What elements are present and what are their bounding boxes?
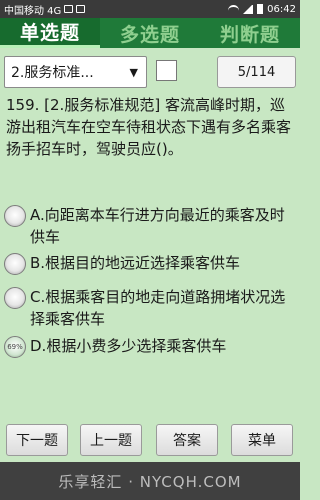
radio-icon[interactable] bbox=[4, 287, 26, 309]
bottom-button-bar: 下一题 上一题 答案 菜单 bbox=[0, 424, 300, 458]
option-b[interactable]: B.根据目的地远近选择乘客供车 bbox=[4, 252, 298, 275]
battery-icon bbox=[257, 4, 264, 14]
question-text: 159. [2.服务标准规范] 客流高峰时期，巡游出租汽车在空车待租状态下遇有多… bbox=[6, 96, 292, 158]
question-type-tabs: 单选题 多选题 判断题 bbox=[0, 18, 300, 48]
carrier-label: 中国移动 4G bbox=[4, 5, 62, 17]
answer-button[interactable]: 答案 bbox=[156, 424, 218, 456]
sim-icon-2 bbox=[76, 5, 86, 13]
option-c-label: C.根据乘客目的地走向道路拥堵状况选择乘客供车 bbox=[30, 288, 286, 328]
radio-icon[interactable]: 69% bbox=[4, 336, 26, 358]
option-a-label: A.向距离本车行进方向最近的乘客及时供车 bbox=[30, 206, 285, 246]
next-question-button[interactable]: 下一题 bbox=[6, 424, 68, 456]
tab-multiple-choice[interactable]: 多选题 bbox=[100, 18, 200, 48]
category-selected: 2.服务标准... bbox=[11, 65, 94, 81]
signal-icon bbox=[243, 4, 254, 14]
status-time: 06:42 bbox=[267, 3, 296, 15]
option-d-label: D.根据小费多少选择乘客供车 bbox=[30, 337, 227, 355]
status-right: 06:42 bbox=[228, 4, 296, 15]
option-b-label: B.根据目的地远近选择乘客供车 bbox=[30, 254, 241, 272]
previous-question-button[interactable]: 上一题 bbox=[80, 424, 142, 456]
option-c[interactable]: C.根据乘客目的地走向道路拥堵状况选择乘客供车 bbox=[4, 286, 298, 330]
category-dropdown[interactable]: 2.服务标准... ▼ bbox=[4, 56, 147, 88]
watermark: 乐享轻汇 · NYCQH.COM bbox=[0, 462, 300, 500]
radio-icon[interactable] bbox=[4, 253, 26, 275]
tab-single-choice[interactable]: 单选题 bbox=[0, 18, 100, 48]
sim-icon bbox=[64, 5, 74, 13]
toolbar: 2.服务标准... ▼ 5/114 bbox=[0, 52, 300, 92]
favorite-checkbox[interactable] bbox=[156, 60, 177, 81]
status-carrier: 中国移动 4G bbox=[4, 2, 86, 17]
menu-button[interactable]: 菜单 bbox=[231, 424, 293, 456]
wifi-icon bbox=[228, 5, 240, 13]
status-bar: 中国移动 4G 06:42 bbox=[0, 0, 300, 18]
question-counter-button[interactable]: 5/114 bbox=[217, 56, 296, 88]
option-d[interactable]: 69% D.根据小费多少选择乘客供车 bbox=[4, 335, 298, 358]
caret-down-icon: ▼ bbox=[129, 65, 138, 79]
tab-true-false[interactable]: 判断题 bbox=[200, 18, 300, 48]
option-a[interactable]: A.向距离本车行进方向最近的乘客及时供车 bbox=[4, 204, 298, 248]
radio-icon[interactable] bbox=[4, 205, 26, 227]
